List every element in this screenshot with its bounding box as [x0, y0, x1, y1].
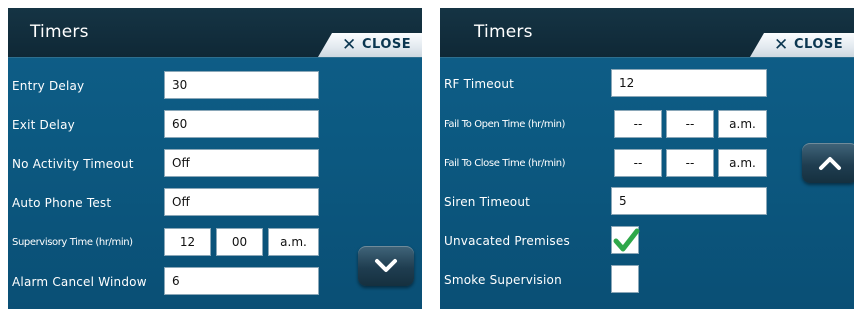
rf-timeout-field[interactable]: 12: [611, 69, 767, 97]
scroll-up-button[interactable]: [802, 143, 854, 183]
page-title: Timers: [30, 22, 89, 42]
alarm-cancel-window-label: Alarm Cancel Window: [12, 275, 147, 289]
close-label: CLOSE: [362, 37, 412, 52]
page-title: Timers: [474, 22, 533, 42]
siren-timeout-label: Siren Timeout: [444, 195, 531, 209]
exit-delay-label: Exit Delay: [12, 118, 75, 132]
supervisory-hour-field[interactable]: 12: [164, 228, 211, 256]
rf-timeout-label: RF Timeout: [444, 77, 515, 91]
fail-to-open-minute-field[interactable]: --: [666, 110, 714, 138]
title-bar: Timers ✕ CLOSE: [8, 8, 422, 58]
close-icon: ✕: [774, 35, 789, 55]
close-icon: ✕: [342, 35, 357, 55]
supervisory-ampm-field[interactable]: a.m.: [268, 228, 319, 256]
smoke-supervision-label: Smoke Supervision: [444, 273, 562, 287]
entry-delay-label: Entry Delay: [12, 79, 85, 93]
entry-delay-field[interactable]: 30: [164, 71, 319, 99]
close-button[interactable]: ✕ CLOSE: [318, 33, 422, 57]
auto-phone-test-label: Auto Phone Test: [12, 196, 112, 210]
close-button[interactable]: ✕ CLOSE: [750, 33, 854, 57]
supervisory-time-label: Supervisory Time (hr/min): [12, 237, 133, 248]
supervisory-minute-field[interactable]: 00: [216, 228, 263, 256]
unvacated-premises-label: Unvacated Premises: [444, 234, 570, 248]
timers-panel-page-2: Timers ✕ CLOSE RF Timeout 12 Fail To Ope…: [440, 8, 854, 309]
no-activity-timeout-label: No Activity Timeout: [12, 157, 134, 171]
fail-to-close-ampm-field[interactable]: a.m.: [718, 149, 767, 177]
scroll-down-button[interactable]: [358, 246, 414, 286]
fail-to-open-hour-field[interactable]: --: [614, 110, 662, 138]
fail-to-open-ampm-field[interactable]: a.m.: [718, 110, 767, 138]
siren-timeout-field[interactable]: 5: [611, 187, 767, 215]
title-bar: Timers ✕ CLOSE: [440, 8, 854, 58]
fail-to-open-time-label: Fail To Open Time (hr/min): [444, 119, 566, 130]
auto-phone-test-field[interactable]: Off: [164, 188, 319, 216]
fail-to-close-minute-field[interactable]: --: [666, 149, 714, 177]
close-label: CLOSE: [794, 37, 844, 52]
unvacated-premises-checkbox[interactable]: [611, 226, 640, 254]
timers-panel-page-1: Timers ✕ CLOSE Entry Delay 30 Exit Delay…: [8, 8, 422, 309]
fail-to-close-hour-field[interactable]: --: [614, 149, 662, 177]
fail-to-close-time-label: Fail To Close Time (hr/min): [444, 158, 566, 169]
chevron-down-icon: [375, 259, 397, 272]
alarm-cancel-window-field[interactable]: 6: [164, 267, 319, 295]
smoke-supervision-checkbox[interactable]: [611, 265, 639, 293]
no-activity-timeout-field[interactable]: Off: [164, 149, 319, 177]
checkmark-icon: [613, 228, 640, 252]
chevron-up-icon: [819, 157, 841, 170]
exit-delay-field[interactable]: 60: [164, 110, 319, 138]
